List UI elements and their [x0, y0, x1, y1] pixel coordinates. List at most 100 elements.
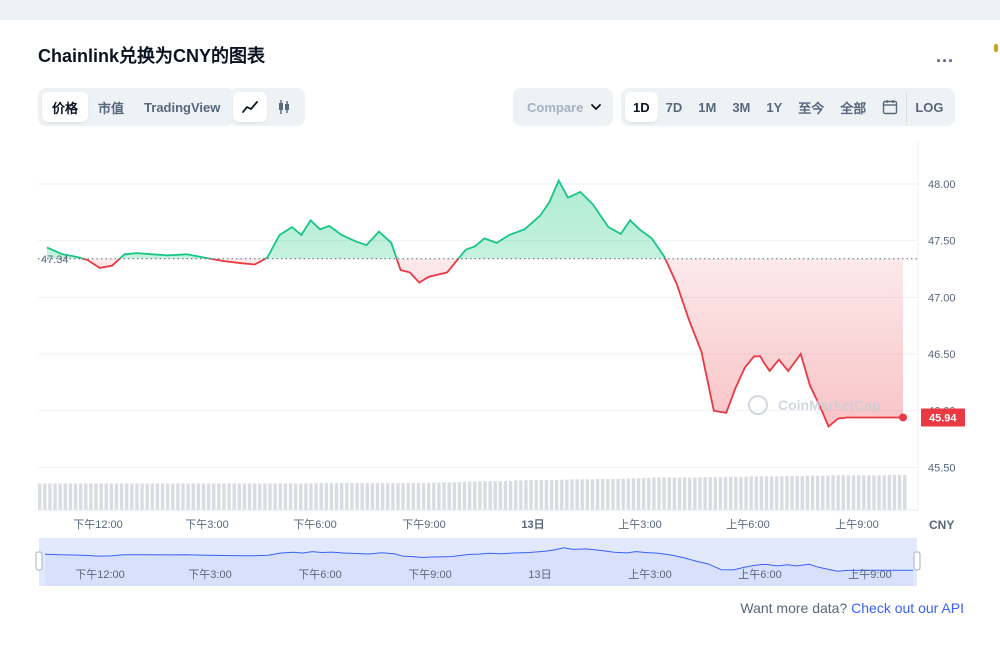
volume-bar [641, 477, 646, 510]
navigator-tick-label: 上午6:00 [738, 568, 781, 581]
volume-bar [401, 483, 405, 510]
y-tick-label: 47.00 [928, 292, 956, 304]
volume-bar [237, 483, 242, 510]
volume-bar [386, 483, 390, 510]
volume-bar [734, 476, 738, 510]
volume-bar [232, 483, 236, 510]
volume-bar [652, 477, 656, 510]
volume-bar [406, 483, 410, 510]
volume-bar [524, 480, 528, 510]
volume-bar [826, 475, 830, 510]
volume-bar [856, 475, 861, 510]
navigator-handle[interactable] [35, 551, 43, 571]
volume-bar [89, 483, 93, 510]
volume-bar [872, 475, 876, 510]
y-tick-label: 46.50 [928, 349, 956, 361]
volume-bar [268, 483, 272, 510]
volume-bar [375, 483, 380, 510]
x-tick-label: 下午3:00 [185, 518, 228, 531]
x-tick-label: 上午6:00 [726, 518, 769, 531]
volume-bar [426, 483, 431, 510]
api-promo-text: Want more data? [740, 600, 848, 616]
volume-bar [795, 476, 799, 510]
volume-bar [467, 481, 472, 510]
volume-bar [155, 483, 160, 510]
navigator-tick-label: 上午9:00 [848, 568, 891, 581]
volume-bar [258, 483, 262, 510]
volume-bar [160, 483, 165, 510]
volume-bar [744, 476, 748, 510]
volume-bar [590, 479, 595, 510]
volume-bar [314, 483, 318, 510]
volume-bar [324, 483, 329, 510]
volume-bar [457, 481, 462, 510]
navigator-tick-label: 上午3:00 [628, 568, 671, 581]
volume-bar [114, 483, 119, 510]
volume-bar [764, 476, 769, 510]
volume-bar [452, 482, 456, 510]
volume-bar [150, 483, 155, 510]
volume-bar [805, 475, 810, 510]
volume-bar [508, 480, 513, 510]
volume-bar [769, 476, 774, 510]
volume-bar [672, 477, 677, 510]
volume-bar [140, 483, 144, 510]
navigator-tick-label: 下午6:00 [298, 568, 341, 581]
volume-bar [723, 476, 728, 510]
volume-bar [739, 476, 743, 510]
navigator-handle[interactable] [913, 551, 921, 571]
volume-bar [749, 476, 753, 510]
volume-bar [882, 475, 886, 510]
volume-bar [283, 483, 288, 510]
volume-bar [677, 477, 682, 510]
volume-bar [53, 483, 57, 510]
volume-bar [667, 477, 671, 510]
volume-bar [473, 481, 477, 510]
volume-bar [790, 476, 794, 510]
volume-bar [252, 483, 257, 510]
chart-card: Chainlink兑换为CNY的图表 ... 价格 市值 TradingView… [0, 20, 1000, 650]
volume-bar [554, 480, 559, 510]
volume-bar [217, 483, 221, 510]
volume-bar [780, 476, 784, 510]
volume-bar [775, 476, 779, 510]
y-tick-label: 48.00 [928, 179, 956, 191]
x-tick-label: 下午12:00 [73, 518, 123, 531]
volume-bar [130, 483, 134, 510]
api-link[interactable]: Check out our API [851, 600, 964, 616]
volume-bar [836, 475, 840, 510]
reference-price-label: 47.34 [41, 254, 69, 266]
volume-bar [626, 478, 631, 510]
volume-bar [73, 483, 78, 510]
volume-bar [514, 480, 518, 510]
x-tick-label: 下午9:00 [402, 518, 445, 531]
volume-bar [370, 483, 375, 510]
x-tick-label: 下午6:00 [293, 518, 336, 531]
volume-bar [365, 483, 369, 510]
volume-bar [350, 483, 354, 510]
volume-bar [293, 483, 298, 510]
volume-bar [800, 476, 805, 510]
volume-bar [171, 483, 175, 510]
volume-bar [754, 476, 758, 510]
volume-bar [145, 483, 149, 510]
volume-bar [396, 483, 400, 510]
currency-label: CNY [929, 518, 954, 532]
volume-bar [821, 475, 825, 510]
volume-bar [104, 483, 108, 510]
volume-bar [611, 478, 615, 510]
price-chart[interactable]: 48.0047.5047.0046.5046.0045.5047.3445.94… [0, 20, 1000, 590]
volume-bar [616, 478, 620, 510]
volume-bar [212, 483, 216, 510]
current-price-dot [899, 413, 907, 422]
volume-bar [299, 483, 303, 510]
volume-bar [841, 475, 845, 510]
volume-bar [278, 483, 282, 510]
volume-bar [688, 477, 692, 510]
volume-bar [565, 479, 569, 510]
volume-bar [437, 482, 441, 510]
volume-bar [58, 483, 62, 510]
api-promo: Want more data? Check out our API [740, 600, 964, 616]
volume-bar [48, 483, 52, 510]
volume-bar [186, 483, 190, 510]
